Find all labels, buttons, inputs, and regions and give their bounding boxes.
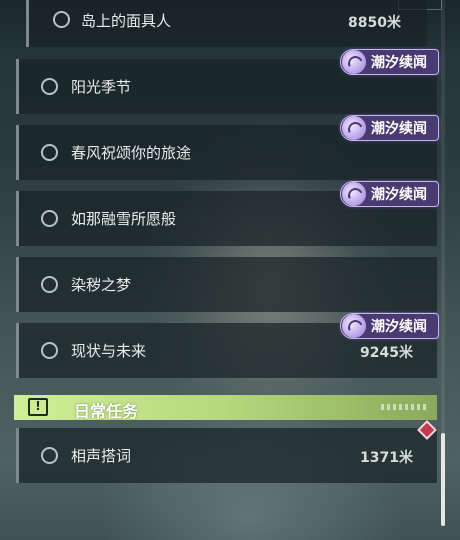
quest-distance: 1371米: [360, 450, 413, 466]
alert-icon: !: [28, 398, 48, 416]
quest-row-crosstalk[interactable]: 相声搭词 1371米: [16, 428, 437, 483]
quest-status-circle-icon: [41, 210, 58, 227]
quest-status-circle-icon: [41, 144, 58, 161]
section-title: 日常任务: [74, 402, 139, 421]
tide-emblem-icon: [342, 50, 366, 74]
tide-emblem-icon: [342, 314, 366, 338]
daily-quests-header[interactable]: ! 日常任务: [14, 395, 437, 421]
quest-name: 春风祝颂你的旅途: [71, 144, 192, 162]
quest-name: 岛上的面具人: [81, 12, 172, 30]
quest-status-circle-icon: [41, 342, 58, 359]
quest-status-circle-icon: [41, 447, 58, 464]
quest-status-circle-icon: [41, 276, 58, 293]
quest-name: 相声搭词: [71, 447, 132, 465]
tide-emblem-icon: [342, 182, 366, 206]
tag-label: 潮汐续闻: [371, 121, 427, 137]
quest-distance: 9245米: [360, 345, 413, 361]
quest-name: 如那融雪所愿般: [71, 210, 177, 228]
quest-row-mask-man[interactable]: 岛上的面具人 8850米: [26, 0, 427, 47]
tide-story-tag: 潮汐续闻: [340, 49, 439, 75]
tag-label: 潮汐续闻: [371, 187, 427, 203]
tag-label: 潮汐续闻: [371, 319, 427, 335]
tide-story-tag: 潮汐续闻: [340, 181, 439, 207]
scrollbar-thumb[interactable]: [441, 433, 445, 526]
quest-name: 阳光季节: [71, 78, 132, 96]
tide-story-tag: 潮汐续闻: [340, 313, 439, 339]
tag-label: 潮汐续闻: [371, 55, 427, 71]
quest-name: 现状与未来: [71, 342, 147, 360]
quest-status-circle-icon: [53, 11, 70, 28]
quest-row-tainted-dream[interactable]: 染秽之梦: [16, 257, 437, 312]
quest-status-circle-icon: [41, 78, 58, 95]
quest-name: 染秽之梦: [71, 276, 132, 294]
quest-distance: 8850米: [348, 15, 401, 31]
tide-story-tag: 潮汐续闻: [340, 115, 439, 141]
tide-emblem-icon: [342, 116, 366, 140]
header-decoration: [381, 404, 429, 410]
